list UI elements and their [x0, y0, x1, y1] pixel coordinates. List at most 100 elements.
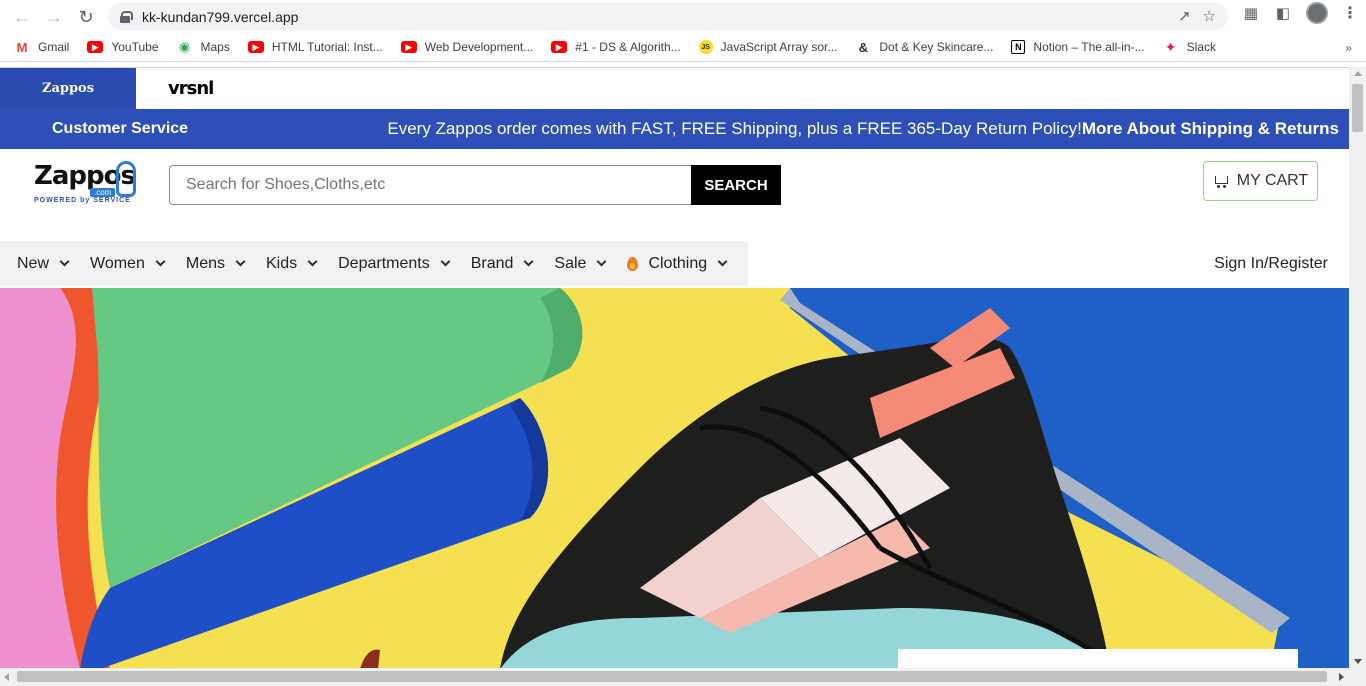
hero-overlay-card — [898, 649, 1298, 668]
bookmark-label: JavaScript Array sor... — [720, 40, 838, 54]
brand-strip: Zappos vrsnl — [0, 68, 1349, 109]
bookmark-label: #1 - DS & Algorith... — [575, 40, 681, 54]
scroll-down-arrow-icon[interactable] — [1354, 659, 1362, 664]
nav-label: Clothing — [648, 254, 708, 272]
chevron-down-icon — [59, 256, 70, 267]
chevron-down-icon — [155, 256, 166, 267]
forward-arrow-icon[interactable]: → — [38, 1, 70, 33]
bookmark-label: Gmail — [38, 40, 70, 54]
bookmark-gmail[interactable]: M Gmail — [14, 39, 70, 55]
sign-in-register-link[interactable]: Sign In/Register — [1214, 255, 1328, 273]
nav-item-departments[interactable]: Departments — [338, 255, 451, 273]
nav-label: Women — [90, 254, 145, 272]
bookmark-maps[interactable]: ◉ Maps — [177, 39, 230, 54]
bookmark-slack[interactable]: ✦ Slack — [1163, 38, 1216, 55]
bookmark-star-icon[interactable]: ☆ — [1203, 7, 1216, 25]
my-cart-button[interactable]: MY CART — [1203, 161, 1318, 201]
vrsnl-brand-tab[interactable]: vrsnl — [168, 78, 214, 99]
nav-item-brand[interactable]: Brand — [470, 254, 534, 273]
customer-service-link[interactable]: Customer Service — [52, 120, 188, 138]
nav-item-sale[interactable]: Sale — [554, 254, 607, 273]
logo-com: .com — [90, 188, 116, 197]
share-icon[interactable]: ↗ — [1178, 7, 1191, 25]
category-menu: New Women Mens Kids Departments Brand Sa… — [0, 241, 749, 286]
hero-banner[interactable] — [0, 288, 1349, 668]
back-arrow-icon[interactable]: ← — [6, 1, 38, 33]
reload-icon[interactable]: ↻ — [70, 1, 102, 33]
bookmark-label: YouTube — [111, 40, 159, 54]
nav-label: Kids — [265, 254, 298, 272]
scroll-right-arrow-icon[interactable] — [1339, 673, 1344, 681]
nav-label: Sale — [554, 254, 587, 272]
slack-icon: ✦ — [1164, 38, 1177, 55]
bookmark-html-tutorial[interactable]: ▶ HTML Tutorial: Inst... — [247, 40, 383, 54]
profile-avatar[interactable] — [1306, 2, 1328, 24]
nav-label: New — [17, 254, 50, 272]
nav-item-kids[interactable]: Kids — [265, 254, 318, 273]
chevron-down-icon — [596, 256, 607, 267]
site-header: Zappos .com POWERED by SERVICE SEARCH MY… — [0, 149, 1349, 239]
bookmark-web-development[interactable]: ▶ Web Development... — [400, 40, 534, 54]
url-text: kk-kundan799.vercel.app — [142, 8, 299, 25]
youtube-icon: ▶ — [87, 41, 104, 53]
bookmark-dot-key[interactable]: & Dot & Key Skincare... — [855, 39, 994, 55]
youtube-icon: ▶ — [247, 41, 264, 53]
scroll-left-arrow-icon[interactable] — [4, 673, 9, 681]
logo-tagline: POWERED by SERVICE — [34, 197, 131, 204]
search-button[interactable]: SEARCH — [691, 165, 781, 205]
nav-item-clothing[interactable]: Clothing — [627, 254, 728, 273]
promo-bar: Customer Service Every Zappos order come… — [0, 109, 1349, 149]
cart-icon — [1213, 174, 1229, 188]
nav-label: Brand — [470, 254, 514, 272]
shipping-returns-link[interactable]: More About Shipping & Returns — [1082, 119, 1339, 138]
youtube-icon: ▶ — [551, 41, 568, 53]
shipping-message: Every Zappos order comes with FAST, FREE… — [387, 119, 1339, 139]
bookmark-label: HTML Tutorial: Inst... — [271, 40, 383, 54]
nav-item-new[interactable]: New — [17, 254, 70, 273]
address-bar[interactable]: kk-kundan799.vercel.app ↗ ☆ — [108, 3, 1228, 30]
nav-label: Mens — [185, 254, 225, 272]
logo-shoe-graphic — [116, 161, 136, 197]
bookmarks-bar: M Gmail ▶ YouTube ◉ Maps ▶ HTML Tutorial: In… — [0, 33, 1366, 62]
nav-item-mens[interactable]: Mens — [185, 254, 246, 273]
extensions-puzzle-icon[interactable]: ▦ — [1242, 4, 1260, 22]
zappos-brand-tab[interactable]: Zappos — [0, 68, 136, 109]
flame-icon — [627, 256, 639, 271]
bookmark-label: Maps — [200, 40, 230, 54]
scroll-up-arrow-icon[interactable] — [1354, 71, 1362, 76]
zappos-tab-label: Zappos — [41, 81, 95, 96]
notion-icon: N — [1011, 40, 1026, 54]
horizontal-scrollbar[interactable] — [0, 668, 1366, 686]
zappos-logo[interactable]: Zappos .com POWERED by SERVICE — [34, 161, 136, 209]
js-icon: JS — [698, 40, 713, 54]
chevron-down-icon — [440, 256, 451, 267]
cart-label: MY CART — [1236, 172, 1309, 189]
chevron-down-icon — [523, 256, 534, 267]
bookmark-javascript-array[interactable]: JS JavaScript Array sor... — [698, 40, 838, 54]
bookmark-label: Web Development... — [424, 40, 534, 54]
nav-item-women[interactable]: Women — [90, 254, 166, 273]
bookmark-notion[interactable]: N Notion – The all-in-... — [1011, 40, 1145, 54]
side-panel-icon[interactable]: ◧ — [1274, 4, 1292, 22]
browser-toolbar: ← → ↻ kk-kundan799.vercel.app ↗ ☆ ▦ ◧ ⋮ — [0, 0, 1366, 33]
youtube-icon: ▶ — [400, 41, 417, 53]
vertical-scroll-thumb[interactable] — [1352, 84, 1363, 132]
shipping-message-text: Every Zappos order comes with FAST, FREE… — [387, 119, 1082, 138]
search-form: SEARCH — [169, 165, 781, 205]
search-input[interactable] — [169, 165, 691, 205]
bookmark-label: Slack — [1186, 40, 1216, 54]
gmail-icon: M — [16, 39, 28, 55]
bookmark-ds-algorithms[interactable]: ▶ #1 - DS & Algorith... — [551, 40, 681, 54]
browser-menu-icon[interactable]: ⋮ — [1342, 3, 1358, 23]
chevron-down-icon — [235, 256, 246, 267]
dot-key-icon: & — [858, 39, 869, 55]
bookmark-youtube[interactable]: ▶ YouTube — [87, 40, 159, 54]
bookmark-label: Dot & Key Skincare... — [879, 40, 994, 54]
maps-icon: ◉ — [178, 39, 191, 54]
chevron-down-icon — [717, 256, 728, 267]
chevron-down-icon — [307, 256, 318, 267]
vertical-scrollbar[interactable] — [1349, 67, 1366, 668]
bookmarks-overflow-icon[interactable]: » — [1345, 41, 1352, 55]
horizontal-scroll-thumb[interactable] — [17, 671, 1327, 682]
bookmark-label: Notion – The all-in-... — [1033, 40, 1145, 54]
